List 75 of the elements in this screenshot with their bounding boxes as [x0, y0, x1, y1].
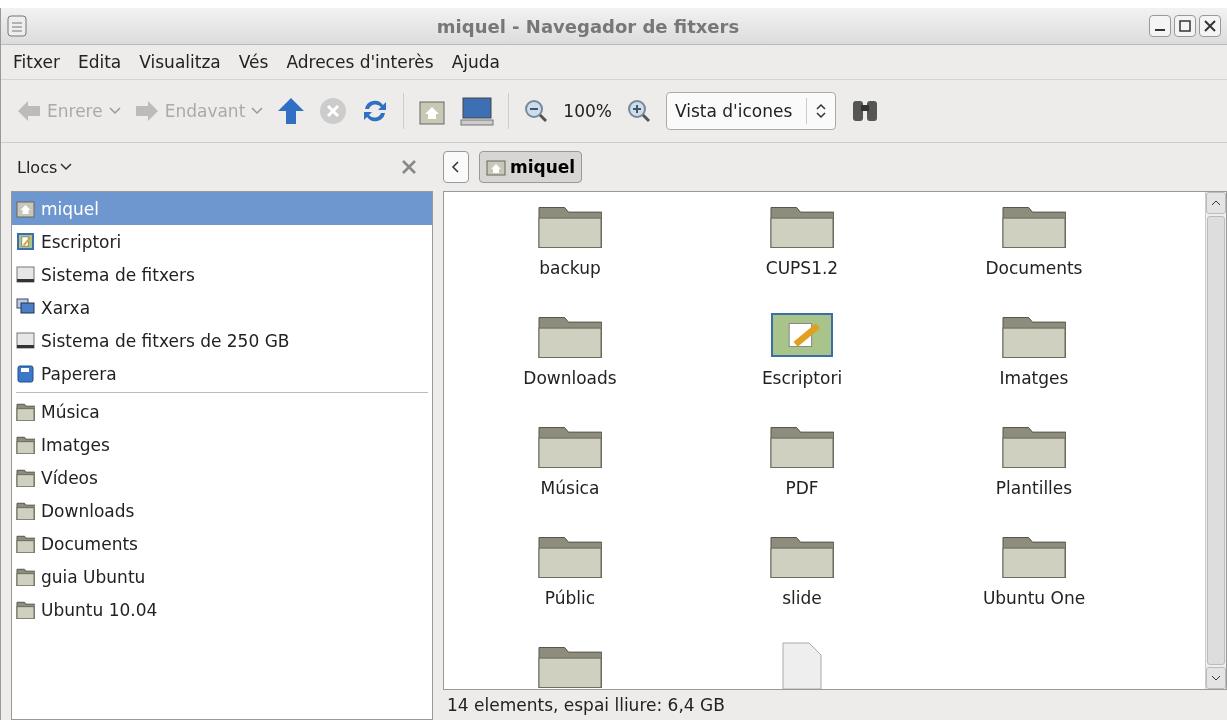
- left-arrow-icon: [17, 100, 41, 122]
- file-icon: [782, 642, 822, 689]
- folder-icon: [16, 600, 35, 619]
- menu-item[interactable]: Visualitza: [139, 52, 221, 72]
- file-name[interactable]: backup: [539, 258, 601, 278]
- caret-icon: [251, 107, 264, 115]
- maximize-icon: [1179, 20, 1191, 32]
- sidebar-item[interactable]: Música: [12, 395, 432, 428]
- caret-icon: [60, 163, 73, 171]
- path-back-button[interactable]: [443, 151, 469, 183]
- computers-icon: [16, 298, 35, 317]
- file-name[interactable]: Plantilles: [995, 478, 1073, 498]
- sidebar-item[interactable]: Escriptori: [12, 225, 432, 258]
- right-arrow-icon: [134, 100, 159, 122]
- scrollbar[interactable]: [1205, 192, 1226, 689]
- file-name[interactable]: Escriptori: [761, 368, 843, 388]
- desktop-icon: [16, 232, 35, 251]
- menu-item[interactable]: Edita: [77, 52, 122, 72]
- folder-icon: [16, 534, 35, 553]
- close-button[interactable]: [1199, 15, 1221, 37]
- sidebar-item[interactable]: Imatges: [12, 428, 432, 461]
- file-name[interactable]: Imatges: [999, 368, 1069, 388]
- up-down-arrows-icon: [815, 102, 828, 120]
- desktop-icon: [770, 312, 834, 358]
- close-icon: [1204, 20, 1216, 32]
- sidebar-item[interactable]: Ubuntu 10.04: [12, 593, 432, 626]
- file-name[interactable]: CUPS1.2: [765, 258, 839, 278]
- sidebar-item[interactable]: Sistema de fitxers: [12, 258, 432, 291]
- minimize-icon: [1155, 29, 1165, 31]
- sidebar-item[interactable]: Sistema de fitxers de 250 GB: [12, 324, 432, 357]
- home-folder-icon: [16, 199, 35, 218]
- menu-item[interactable]: Ajuda: [451, 52, 500, 72]
- up-button[interactable]: [277, 97, 306, 125]
- folder-icon: [16, 567, 35, 586]
- folder-icon: [16, 435, 35, 454]
- folder-icon: [16, 402, 35, 421]
- file-name[interactable]: Públic: [544, 588, 596, 608]
- file-name[interactable]: Documents: [985, 258, 1083, 278]
- file-name[interactable]: Downloads: [523, 368, 617, 388]
- drive-icon: [16, 331, 35, 350]
- left-chevron-icon: [451, 160, 461, 174]
- status-text: 14 elements, espai lliure: 6,4 GB: [446, 694, 726, 717]
- down-chevron-icon: [1211, 674, 1221, 682]
- zoom-out-button[interactable]: [523, 98, 550, 124]
- window-menu-icon: [7, 15, 27, 37]
- window-title: miquel - Navegador de fitxers: [435, 15, 741, 37]
- menu-item[interactable]: Adreces d'interès: [286, 52, 434, 72]
- file-name[interactable]: Música: [540, 478, 600, 498]
- menu-item[interactable]: Fitxer: [13, 52, 60, 72]
- file-name[interactable]: slide: [782, 588, 822, 608]
- folder-icon: [16, 468, 35, 487]
- sidebar-item[interactable]: Xarxa: [12, 291, 432, 324]
- zoom-level: 100%: [563, 101, 612, 121]
- file-name[interactable]: PDF: [785, 478, 819, 498]
- caret-icon: [108, 107, 121, 115]
- trash-icon: [16, 364, 35, 383]
- places-dropdown[interactable]: Llocs: [17, 157, 73, 177]
- up-chevron-icon: [1211, 199, 1221, 207]
- folder-icon: [16, 501, 35, 520]
- zoom-in-button[interactable]: [625, 98, 652, 124]
- sidebar-item[interactable]: guia Ubuntu: [12, 560, 432, 593]
- sidebar-item[interactable]: Downloads: [12, 494, 432, 527]
- home-folder-icon: [486, 158, 506, 176]
- minimize-button[interactable]: [1149, 15, 1171, 37]
- close-icon: [401, 159, 417, 175]
- maximize-button[interactable]: [1174, 15, 1196, 37]
- path-button[interactable]: miquel: [479, 151, 583, 183]
- drive-icon: [16, 265, 35, 284]
- view-select[interactable]: Vista d'icones: [665, 92, 837, 130]
- sidebar-item[interactable]: Vídeos: [12, 461, 432, 494]
- sidebar-item[interactable]: Paperera: [12, 357, 432, 390]
- file-name[interactable]: Ubuntu One: [982, 588, 1086, 608]
- menu-item[interactable]: Vés: [238, 52, 269, 72]
- sidebar-item[interactable]: Documents: [12, 527, 432, 560]
- computer-button[interactable]: [460, 96, 495, 126]
